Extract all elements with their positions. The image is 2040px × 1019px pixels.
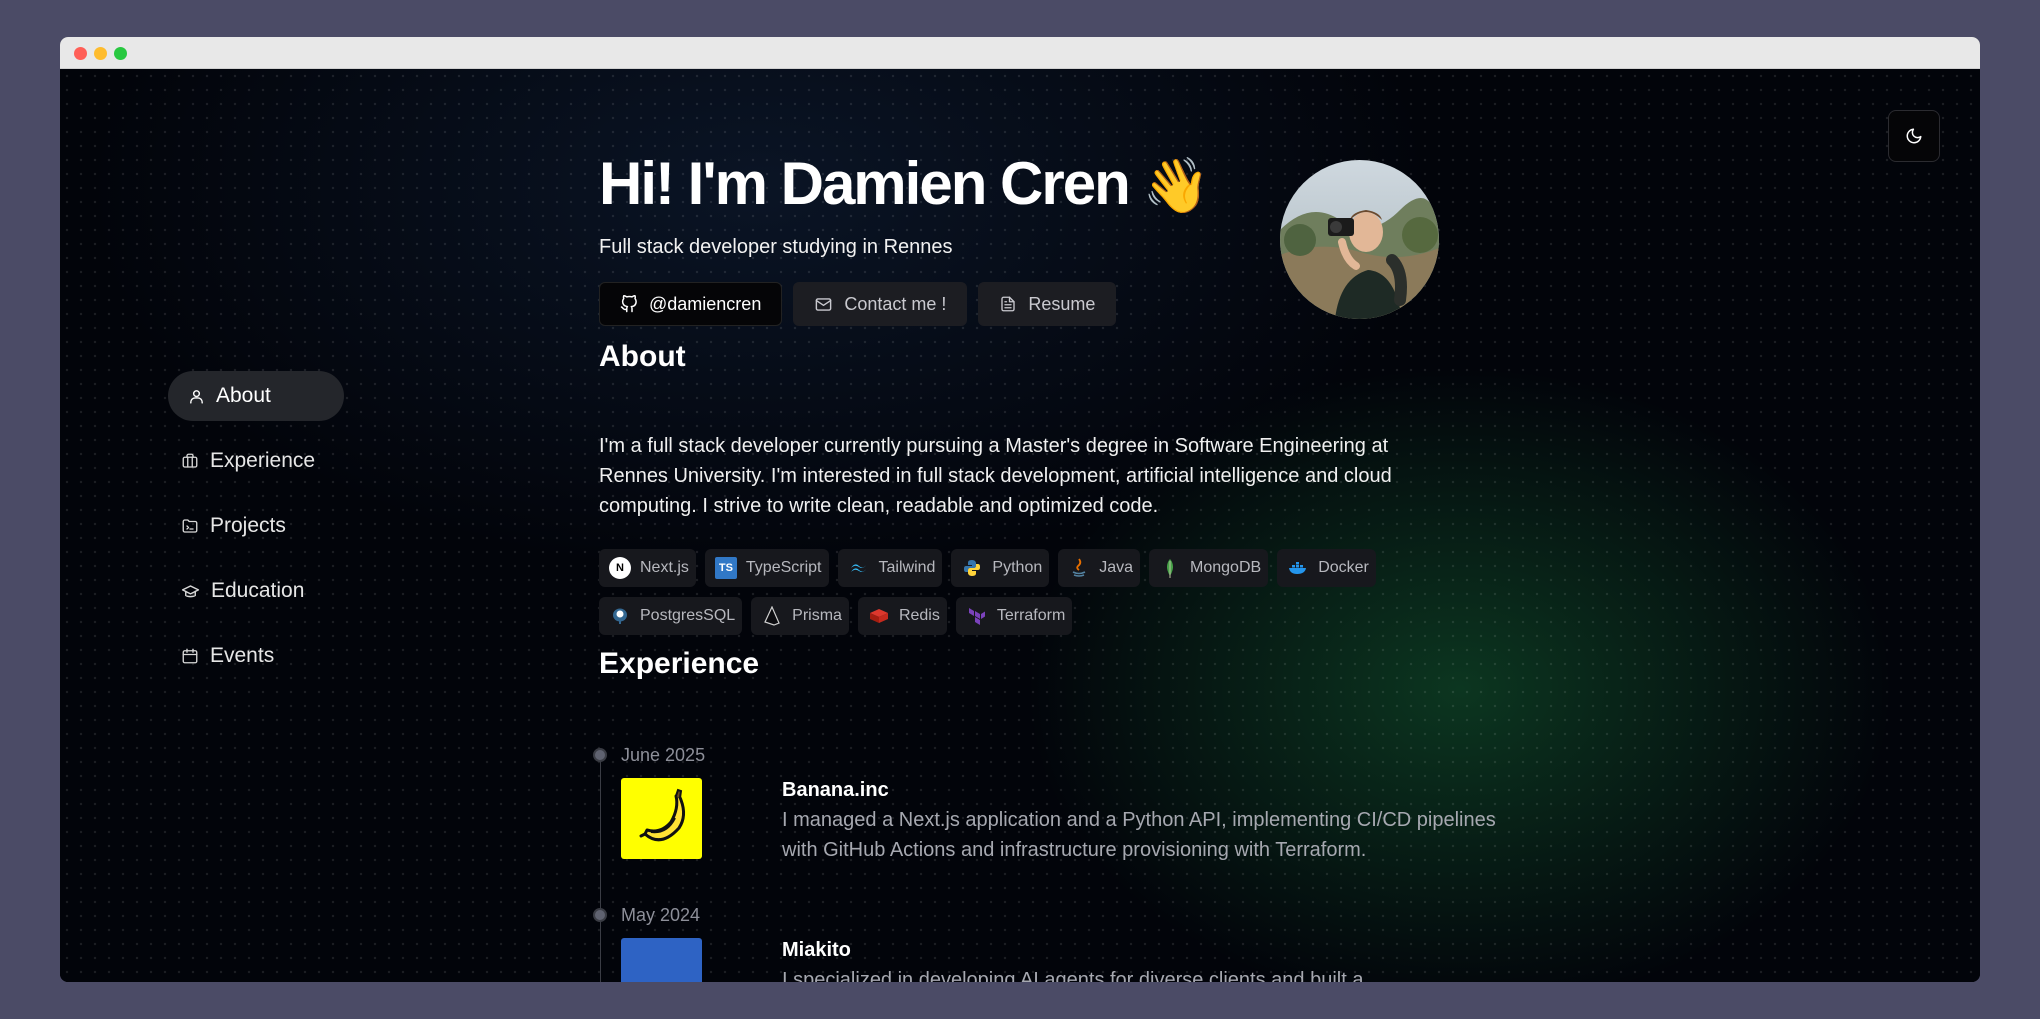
skill-badge-typescript: TS TypeScript (704, 549, 829, 587)
banana-logo (621, 778, 702, 859)
skill-label: Terraform (996, 607, 1066, 624)
docker-icon (1287, 557, 1309, 579)
skill-label: Redis (898, 607, 940, 624)
sidebar-item-label: Events (210, 644, 275, 667)
mongodb-icon (1159, 557, 1181, 579)
sidebar-item-education[interactable]: Education (168, 566, 344, 616)
about-text: I'm a full stack developer currently pur… (599, 435, 1392, 517)
contact-button[interactable]: Contact me ! (793, 282, 968, 326)
skill-badge-mongodb: MongoDB (1149, 549, 1269, 587)
experience-company[interactable]: Banana.inc (782, 779, 889, 802)
python-icon (961, 557, 983, 579)
github-icon (620, 295, 637, 313)
maximize-window-button[interactable] (114, 47, 127, 60)
skill-badge-docker: Docker (1277, 549, 1376, 587)
sidebar-item-experience[interactable]: Experience (168, 436, 344, 486)
skill-label: Docker (1318, 559, 1369, 576)
experience-description: I managed a Next.js application and a Py… (782, 809, 1496, 861)
prisma-icon (761, 605, 783, 627)
skill-label: PostgresSQL (640, 607, 736, 624)
hero-title-text: Hi! I'm Damien Cren (599, 150, 1131, 217)
resume-button[interactable]: Resume (978, 282, 1117, 326)
sidebar-item-projects[interactable]: Projects (168, 501, 344, 551)
briefcase-icon (182, 453, 198, 468)
sidebar-item-label: About (216, 384, 271, 407)
redis-icon (868, 605, 890, 627)
folder-icon (182, 519, 198, 533)
skill-badge-java: Java (1058, 549, 1141, 587)
page-title: Hi! I'm Damien Cren 👋 (599, 149, 1210, 218)
skill-badge-python: Python (951, 549, 1050, 587)
github-button[interactable]: @damiencren (599, 282, 783, 326)
terraform-icon (966, 605, 988, 627)
sidebar-item-label: Experience (210, 449, 316, 472)
experience-date: May 2024 (621, 905, 701, 925)
experience-date: June 2025 (621, 745, 706, 765)
skill-badge-postgresql: PostgresSQL (599, 597, 743, 635)
tailwind-icon (848, 557, 870, 579)
postgresql-icon (609, 605, 631, 627)
close-window-button[interactable] (74, 47, 87, 60)
resume-button-label: Resume (1028, 293, 1096, 314)
skill-label: Tailwind (878, 559, 936, 576)
calendar-icon (182, 648, 198, 664)
skill-badge-prisma: Prisma (751, 597, 849, 635)
skill-badge-redis: Redis (857, 597, 947, 635)
experience-heading: Experience (599, 647, 760, 680)
window-titlebar (60, 37, 1980, 69)
sidebar-item-about[interactable]: About (168, 371, 344, 421)
skill-label: Prisma (792, 607, 842, 624)
skills-list: N Next.js TS TypeScript Tailwind Python … (599, 549, 1449, 635)
skill-label: Python (992, 559, 1043, 576)
timeline-dot (593, 748, 607, 762)
sidebar-nav: About Experience Projects Education Even… (168, 371, 344, 696)
skill-label: TypeScript (745, 559, 822, 576)
skill-label: Java (1099, 559, 1134, 576)
skill-badge-terraform: Terraform (955, 597, 1073, 635)
github-button-label: @damiencren (649, 293, 762, 314)
theme-toggle-button[interactable] (1888, 110, 1940, 162)
experience-company[interactable]: Miakito (782, 939, 851, 962)
avatar (1280, 160, 1439, 319)
skill-badge-nextjs: N Next.js (599, 549, 696, 587)
browser-window: About Experience Projects Education Even… (60, 37, 1980, 982)
skill-badge-tailwind: Tailwind (837, 549, 943, 587)
graduation-cap-icon (181, 584, 200, 597)
about-heading: About (599, 340, 686, 373)
mail-icon (815, 297, 832, 311)
timeline-dot (593, 908, 607, 922)
minimize-window-button[interactable] (94, 47, 107, 60)
page-viewport: About Experience Projects Education Even… (60, 69, 1980, 982)
hero-actions: @damiencren Contact me ! Resume (599, 282, 1117, 326)
sidebar-item-label: Education (211, 579, 305, 602)
skill-label: MongoDB (1190, 559, 1262, 576)
typescript-icon: TS (714, 557, 737, 579)
java-icon (1068, 557, 1090, 579)
document-icon (1001, 296, 1016, 312)
profile-photo (1280, 160, 1439, 319)
skill-label: Next.js (640, 559, 689, 576)
contact-button-label: Contact me ! (844, 293, 947, 314)
sidebar-item-events[interactable]: Events (168, 631, 344, 681)
sidebar-item-label: Projects (210, 514, 286, 537)
miakito-logo: miakito (621, 938, 702, 982)
hero-subtitle: Full stack developer studying in Rennes (599, 236, 953, 258)
experience-description: I specialized in developing AI agents fo… (782, 969, 1364, 982)
nextjs-icon: N (609, 557, 631, 579)
waving-hand-icon: 👋 (1142, 156, 1210, 216)
timeline-line (600, 756, 601, 982)
user-icon (190, 389, 203, 404)
moon-icon (1906, 128, 1922, 144)
